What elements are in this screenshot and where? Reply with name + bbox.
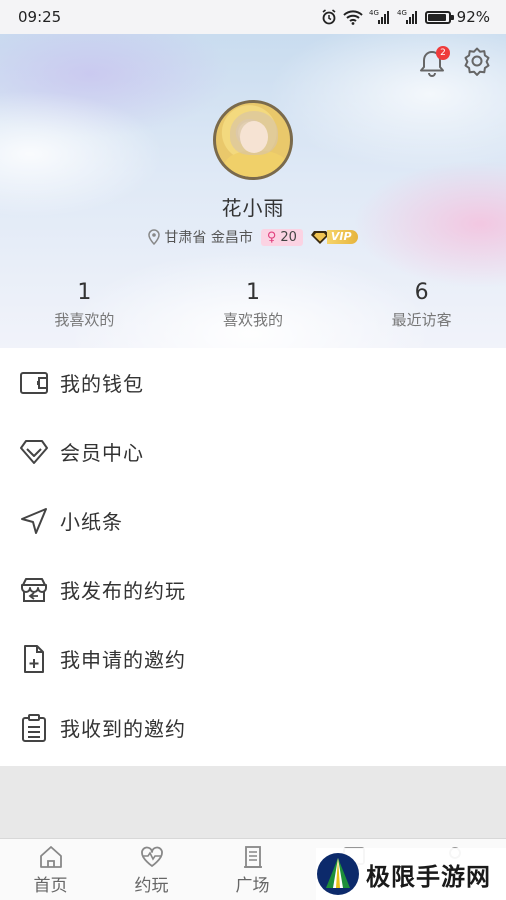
menu-label: 我的钱包 [60,372,144,396]
location-pin-icon [148,229,161,245]
home-icon [38,845,64,869]
stat-label: 喜欢我的 [223,311,284,329]
stat-value: 1 [246,280,260,305]
alarm-icon [321,9,337,25]
send-arrow-icon [18,505,50,537]
tab-label: 首页 [33,876,68,896]
tab-label: 约玩 [134,876,169,896]
menu-label: 我收到的邀约 [60,717,186,741]
heartbeat-icon [139,845,165,869]
stat-my-likes[interactable]: 1 我喜欢的 [0,279,169,330]
user-info-row: 甘肃省 金昌市 ♀ 20 VIP [0,227,506,247]
status-icons: 4G 4G 92% [321,8,490,26]
stat-recent-visitors[interactable]: 6 最近访客 [337,279,506,330]
notification-badge: 2 [436,46,450,60]
store-icon [18,574,50,606]
menu-label: 会员中心 [60,441,144,465]
vip-badge: VIP [310,229,358,245]
username: 花小雨 [221,196,285,220]
gender-age-tag: ♀ 20 [260,228,303,246]
battery-icon [424,10,454,24]
status-bar: 09:25 4G 4G 92% [0,0,506,34]
vip-label: VIP [326,230,358,244]
watermark-logo-icon [317,853,359,895]
profile-menu: 我的钱包 会员中心 小纸条 我发布的约玩 我申请的邀约 我收到的邀约 [0,348,506,762]
stats-row: 1 我喜欢的 1 喜欢我的 6 最近访客 [0,279,506,330]
menu-item-received-invites[interactable]: 我收到的邀约 [0,693,506,762]
location-text: 甘肃省 金昌市 [164,230,253,246]
menu-label: 我发布的约玩 [60,579,186,603]
tab-label: 广场 [235,876,270,896]
status-time: 09:25 [18,8,62,26]
tab-home[interactable]: 首页 [0,839,101,900]
diamond-icon [18,436,50,468]
menu-item-vip-center[interactable]: 会员中心 [0,417,506,486]
wifi-icon [342,9,363,25]
stat-value: 1 [77,280,92,305]
menu-label: 我申请的邀约 [60,648,186,672]
stat-value: 6 [414,280,429,305]
avatar[interactable] [213,100,293,180]
profile-header: 2 花小雨 甘肃省 金昌市 ♀ 20 VIP 1 我喜欢的 1 喜欢我的 6 最… [0,34,506,348]
tab-play[interactable]: 约玩 [101,839,202,900]
menu-label: 小纸条 [60,510,123,534]
stat-label: 我喜欢的 [54,311,115,329]
tab-square[interactable]: 广场 [202,839,303,900]
battery-percent: 92% [456,8,490,26]
header-actions: 2 [418,46,492,80]
watermark: 极限手游网 [316,848,506,900]
svg-text:4G: 4G [369,9,379,17]
menu-item-wallet[interactable]: 我的钱包 [0,348,506,417]
watermark-text: 极限手游网 [366,861,491,891]
menu-item-applied-invites[interactable]: 我申请的邀约 [0,624,506,693]
file-add-icon [18,643,50,675]
stat-liked-me[interactable]: 1 喜欢我的 [169,279,338,330]
menu-item-my-posts[interactable]: 我发布的约玩 [0,555,506,624]
signal-icon: 4G [369,9,391,25]
settings-button[interactable] [462,46,492,80]
stat-label: 最近访客 [391,311,452,329]
age-text: 20 [280,229,297,245]
notifications-button[interactable]: 2 [418,46,450,78]
menu-item-notes[interactable]: 小纸条 [0,486,506,555]
square-icon [240,845,266,869]
gear-icon [464,47,490,76]
female-icon: ♀ [266,229,277,245]
signal-icon: 4G [397,9,419,25]
empty-area [0,766,506,838]
svg-text:4G: 4G [397,9,407,17]
wallet-icon [18,367,50,399]
clipboard-icon [18,712,50,744]
